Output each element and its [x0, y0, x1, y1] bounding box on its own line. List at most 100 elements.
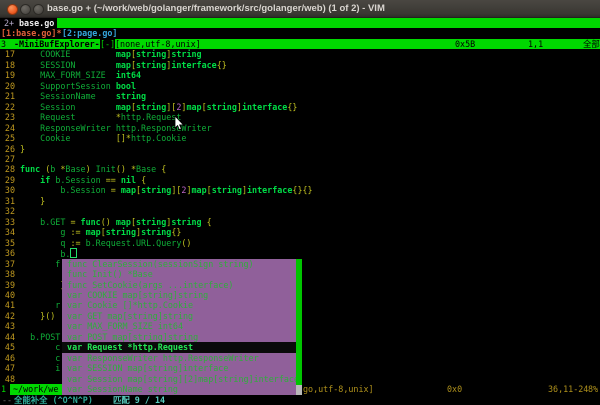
- tab-filename: base.go: [19, 18, 54, 29]
- line-number: 41: [2, 300, 15, 311]
- line-number: 48: [2, 374, 15, 385]
- code-line: 20 SupportSession bool: [0, 81, 600, 91]
- line-number: 35: [2, 238, 15, 249]
- code-line: 29 if b.Session == nil {: [0, 175, 600, 185]
- code-line: 27: [0, 154, 600, 164]
- line-number: 42: [2, 311, 15, 322]
- completion-item[interactable]: var GET map[string]string: [62, 311, 296, 321]
- code-text: COOKIE map[string]string: [20, 49, 202, 60]
- completion-item[interactable]: func Init() *Base: [62, 269, 296, 279]
- line-number: 17: [2, 49, 15, 60]
- code-text: q := b.Request.URL.Query(): [20, 238, 191, 249]
- buffer-list: [1:base.go]* [2:page.go]: [0, 28, 600, 38]
- code-text: Session map[string][2]map[string]interfa…: [20, 102, 297, 113]
- code-text: SESSION map[string]interface{}: [20, 60, 227, 71]
- line-number: 34: [2, 227, 15, 238]
- completion-item-selected[interactable]: var Request *http.Request: [62, 342, 296, 352]
- code-text: r: [20, 300, 60, 311]
- close-button-icon[interactable]: [7, 4, 18, 15]
- line-number: 19: [2, 70, 15, 81]
- code-text: func (b *Base) Init() *Base {: [20, 164, 166, 175]
- line-number: 37: [2, 259, 15, 270]
- line-number: 44: [2, 332, 15, 343]
- code-text: b.POST: [20, 332, 60, 343]
- line-number: 23: [2, 112, 15, 123]
- cmdline-dashes: --: [2, 395, 12, 405]
- completion-popup: func ClearSession(sessionSign string) fu…: [62, 259, 302, 395]
- terminal: 2+base.go [1:base.go]* [2:page.go] 3 -Mi…: [0, 18, 600, 405]
- code-text: MAX_FORM_SIZE int64: [20, 70, 141, 81]
- completion-item[interactable]: var MAX_FORM_SIZE int64: [62, 321, 296, 331]
- line-number: 46: [2, 353, 15, 364]
- code-line: 21 SessionName string: [0, 91, 600, 101]
- mbe-ruler-pos: 1,1: [528, 39, 543, 50]
- line-number: 18: [2, 60, 15, 71]
- mbe-window-number: 3: [1, 39, 6, 50]
- code-text: g := map[string]string{}: [20, 227, 181, 238]
- tab-label[interactable]: 2+base.go: [0, 18, 57, 28]
- code-text: }: [20, 196, 45, 207]
- code-text: }(): [20, 311, 55, 322]
- completion-item[interactable]: var COOKIE map[string]string: [62, 290, 296, 300]
- mbe-modified-flag: [-]: [100, 39, 115, 50]
- completion-item[interactable]: var Session map[string][2]map[string]int…: [62, 374, 296, 384]
- completion-item[interactable]: var SESSION map[string]interface: [62, 363, 296, 373]
- mbe-label: -MiniBufExplorer-: [14, 39, 100, 50]
- code-line: 23 Request *http.Request: [0, 112, 600, 122]
- line-number: 24: [2, 123, 15, 134]
- maximize-button-icon[interactable]: [33, 4, 44, 15]
- window-title: base.go + (~/work/web/golanger/framework…: [47, 3, 385, 14]
- code-line: 18 SESSION map[string]interface{}: [0, 60, 600, 70]
- completion-item[interactable]: func SetCookie(args ...interface): [62, 280, 296, 290]
- code-text: }: [20, 144, 25, 155]
- completion-list: func ClearSession(sessionSign string) fu…: [62, 259, 302, 395]
- code-text: f: [20, 259, 60, 270]
- completion-item[interactable]: var SessionName string: [62, 384, 296, 394]
- code-text: b.GET = func() map[string]string {: [20, 217, 212, 228]
- completion-item[interactable]: var ResponseWriter http.ResponseWriter: [62, 353, 296, 363]
- cmdline-match-count: 匹配 9 / 14: [113, 395, 165, 405]
- cmdline-mode-message: 全能补全 (^O^N^P): [14, 395, 93, 405]
- code-text: c: [20, 342, 60, 353]
- line-number: 27: [2, 154, 15, 165]
- status-ruler-pos: 36,11-24: [548, 384, 588, 395]
- code-line: 30 b.Session = map[string][2]map[string]…: [0, 185, 600, 195]
- mbe-ruler-scroll: 全部: [583, 39, 600, 50]
- minimize-button-icon[interactable]: [20, 4, 31, 15]
- line-number: 30: [2, 185, 15, 196]
- line-number: 25: [2, 133, 15, 144]
- code-line: 25 Cookie []*http.Cookie: [0, 133, 600, 143]
- code-text: c: [20, 353, 60, 364]
- completion-item[interactable]: var Cookie []*http.Cookie: [62, 300, 296, 310]
- code-text: SupportSession bool: [20, 81, 136, 92]
- line-number: 39: [2, 280, 15, 291]
- mbe-fileinfo: [none,utf-8,unix]: [115, 39, 201, 50]
- line-number: 32: [2, 206, 15, 217]
- line-number: 45: [2, 342, 15, 353]
- completion-item[interactable]: var POST map[string]string: [62, 332, 296, 342]
- minibufexplorer-statusline: 3 -MiniBufExplorer- [-] [none,utf-8,unix…: [0, 39, 600, 49]
- buffer-item-current[interactable]: [1:base.go]*: [1, 28, 62, 39]
- code-line: 36 b.: [0, 248, 600, 258]
- line-number: 33: [2, 217, 15, 228]
- code-line: 28func (b *Base) Init() *Base {: [0, 164, 600, 174]
- popup-scrollbar-thumb[interactable]: [296, 259, 302, 385]
- line-number: 43: [2, 321, 15, 332]
- popup-scrollbar[interactable]: [296, 259, 302, 395]
- line-number: 40: [2, 290, 15, 301]
- completion-item[interactable]: func ClearSession(sessionSign string): [62, 259, 296, 269]
- code-line: 26}: [0, 144, 600, 154]
- status-ruler-scroll: 8%: [588, 384, 598, 395]
- code-text: ResponseWriter http.ResponseWriter: [20, 123, 212, 134]
- status-path-right: go,utf-8,unix]: [303, 384, 374, 395]
- line-number: 26: [2, 144, 15, 155]
- line-number: 22: [2, 102, 15, 113]
- titlebar: base.go + (~/work/web/golanger/framework…: [0, 0, 600, 18]
- code-text: b.Session = map[string][2]map[string]int…: [20, 185, 313, 196]
- code-line: 31 }: [0, 196, 600, 206]
- code-text: }: [20, 280, 65, 291]
- code-line: 35 q := b.Request.URL.Query(): [0, 238, 600, 248]
- line-number: 36: [2, 248, 15, 259]
- code-line: 19 MAX_FORM_SIZE int64: [0, 70, 600, 80]
- buffer-item-other[interactable]: [2:page.go]: [62, 28, 117, 39]
